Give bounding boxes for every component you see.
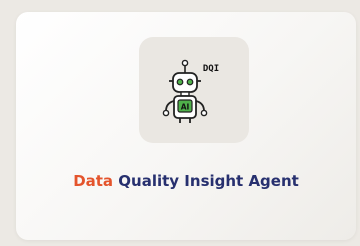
dqi-badge: DQI: [203, 64, 219, 74]
agent-title-accent: Data: [73, 172, 114, 190]
agent-title[interactable]: Data Quality Insight Agent: [16, 172, 356, 190]
agent-card[interactable]: DQI AI Data Quality Insight Agent: [16, 12, 356, 240]
robot-ai-icon: DQI AI: [162, 59, 219, 123]
agent-icon-tile: DQI AI: [139, 37, 249, 143]
ai-chest-label: AI: [181, 103, 190, 112]
agent-title-rest: Quality Insight Agent: [118, 172, 299, 190]
